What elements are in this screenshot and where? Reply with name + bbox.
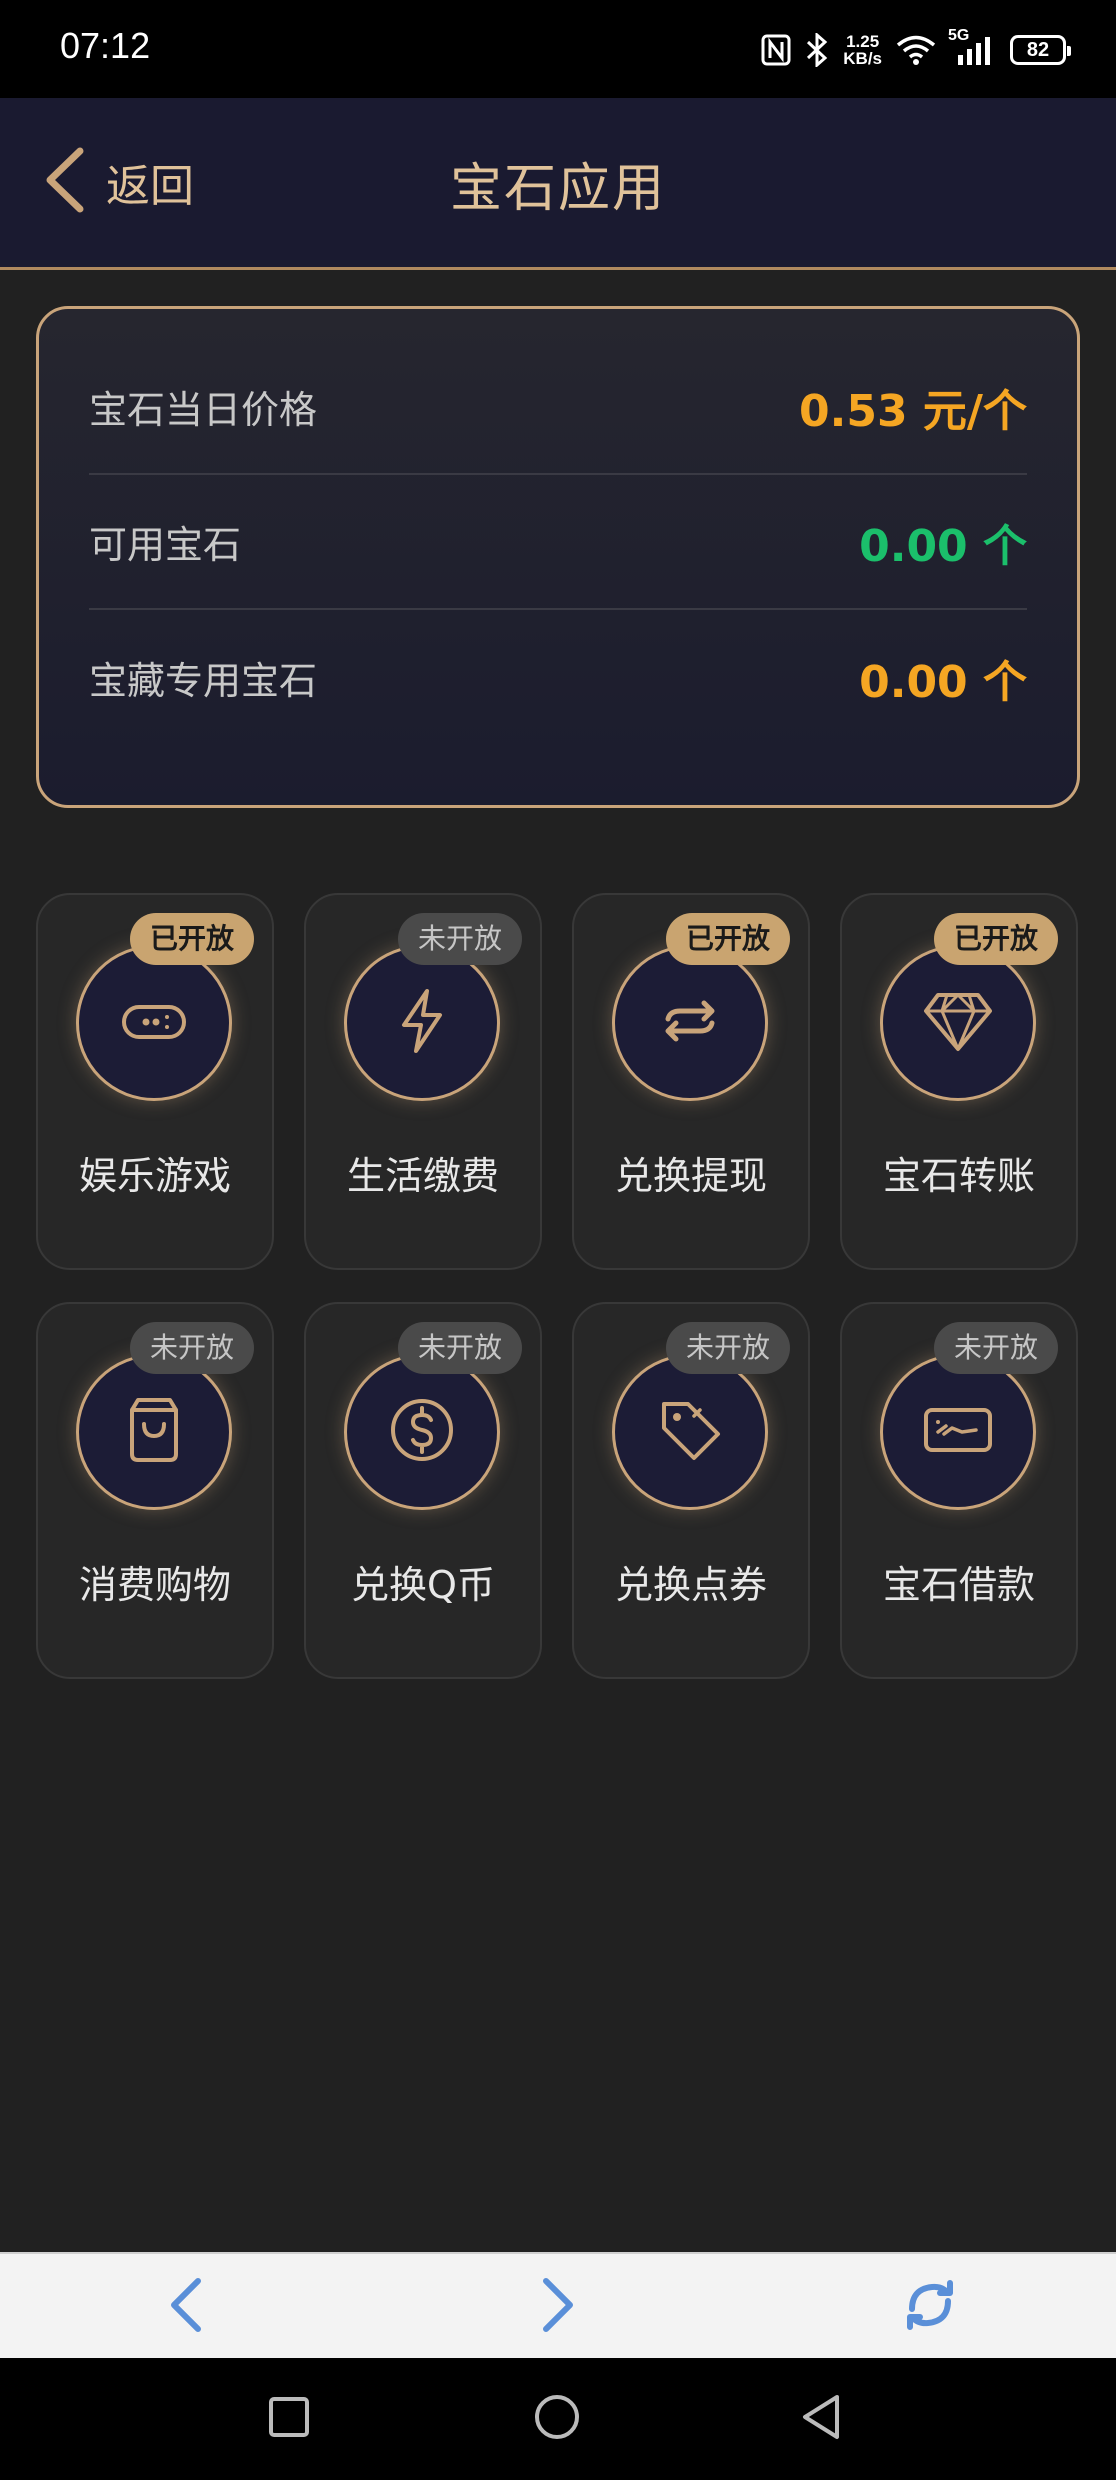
gamepad-icon	[118, 985, 190, 1061]
status-badge: 未开放	[933, 1322, 1058, 1374]
app-label: 生活缴费	[346, 1154, 499, 1198]
bluetooth-icon	[805, 33, 829, 67]
app-tile-entertainment-games[interactable]: 娱乐游戏 已开放	[36, 893, 274, 1270]
app-tile-shopping[interactable]: 消费购物 未开放	[36, 1302, 274, 1679]
status-badge: 未开放	[665, 1322, 790, 1374]
back-triangle-icon	[799, 2393, 843, 2445]
status-badge: 已开放	[933, 913, 1058, 965]
app-grid: 娱乐游戏 已开放 生活缴费 未开放 兑换提现 已开放 宝石转账 已开放 消费购物…	[36, 893, 1080, 1679]
refresh-icon	[902, 2275, 958, 2339]
app-label: 宝石借款	[882, 1563, 1035, 1607]
net-speed: 1.25 KB/s	[843, 32, 882, 68]
info-value: 0.53 元/个	[799, 385, 1027, 437]
dollar-coin-icon	[386, 1394, 458, 1470]
home-button[interactable]	[532, 2394, 582, 2444]
app-icon-circle	[344, 945, 500, 1101]
browser-forward-button[interactable]	[528, 2277, 588, 2337]
status-badge: 未开放	[129, 1322, 254, 1374]
browser-nav-bar	[0, 2252, 1116, 2358]
app-icon-circle	[344, 1354, 500, 1510]
browser-refresh-button[interactable]	[900, 2277, 960, 2337]
home-circle-icon	[533, 2393, 581, 2445]
app-icon-circle	[880, 1354, 1036, 1510]
info-row-treasure: 宝藏专用宝石 0.00 个	[89, 610, 1027, 745]
app-tile-gem-loan[interactable]: 宝石借款 未开放	[840, 1302, 1078, 1679]
recents-button[interactable]	[264, 2394, 314, 2444]
card-icon	[920, 1392, 996, 1472]
browser-back-button[interactable]	[156, 2277, 216, 2337]
exchange-icon	[654, 985, 726, 1061]
system-nav-bar	[0, 2358, 1116, 2480]
app-icon-circle	[612, 1354, 768, 1510]
status-badge: 已开放	[129, 913, 254, 965]
tag-icon	[654, 1394, 726, 1470]
app-icon-circle	[76, 1354, 232, 1510]
info-row-available: 可用宝石 0.00 个	[89, 475, 1027, 610]
app-label: 宝石转账	[882, 1154, 1035, 1198]
page-title: 宝石应用	[449, 159, 666, 219]
status-badge: 未开放	[397, 1322, 522, 1374]
info-value: 0.00 个	[859, 656, 1027, 708]
status-bar: 07:12 1.25 KB/s 5G 82	[0, 0, 1116, 98]
app-label: 兑换点券	[614, 1563, 767, 1607]
status-icons: 1.25 KB/s 5G 82	[761, 27, 1071, 70]
app-tile-voucher[interactable]: 兑换点券 未开放	[572, 1302, 810, 1679]
app-label: 消费购物	[78, 1563, 231, 1607]
status-time: 07:12	[60, 25, 151, 66]
shopping-bag-icon	[118, 1394, 190, 1470]
status-badge: 未开放	[397, 913, 522, 965]
back-arrow-icon	[166, 2275, 206, 2339]
app-icon-circle	[880, 945, 1036, 1101]
app-icon-circle	[612, 945, 768, 1101]
lightning-icon	[386, 985, 458, 1061]
recents-square-icon	[267, 2395, 311, 2443]
app-tile-life-payment[interactable]: 生活缴费 未开放	[304, 893, 542, 1270]
diamond-icon	[920, 983, 996, 1063]
status-badge: 已开放	[665, 913, 790, 965]
info-value: 0.00 个	[859, 520, 1027, 572]
info-label: 可用宝石	[89, 523, 242, 567]
app-icon-circle	[76, 945, 232, 1101]
cell-signal-icon: 5G	[948, 27, 996, 67]
gem-info-card: 宝石当日价格 0.53 元/个 可用宝石 0.00 个 宝藏专用宝石 0.00 …	[36, 306, 1080, 808]
nfc-icon	[761, 34, 791, 66]
app-tile-gem-transfer[interactable]: 宝石转账 已开放	[840, 893, 1078, 1270]
app-label: 娱乐游戏	[78, 1154, 231, 1198]
info-label: 宝石当日价格	[89, 388, 318, 432]
info-row-price: 宝石当日价格 0.53 元/个	[89, 340, 1027, 475]
app-tile-exchange-withdraw[interactable]: 兑换提现 已开放	[572, 893, 810, 1270]
battery-icon: 82	[1010, 35, 1071, 65]
app-header: 返回 宝石应用	[0, 98, 1116, 270]
system-back-button[interactable]	[796, 2394, 846, 2444]
forward-arrow-icon	[538, 2275, 578, 2339]
wifi-icon	[896, 34, 936, 66]
info-label: 宝藏专用宝石	[89, 659, 318, 703]
app-label: 兑换提现	[614, 1154, 767, 1198]
app-tile-q-coin[interactable]: 兑换Q币 未开放	[304, 1302, 542, 1679]
app-label: 兑换Q币	[351, 1563, 495, 1607]
